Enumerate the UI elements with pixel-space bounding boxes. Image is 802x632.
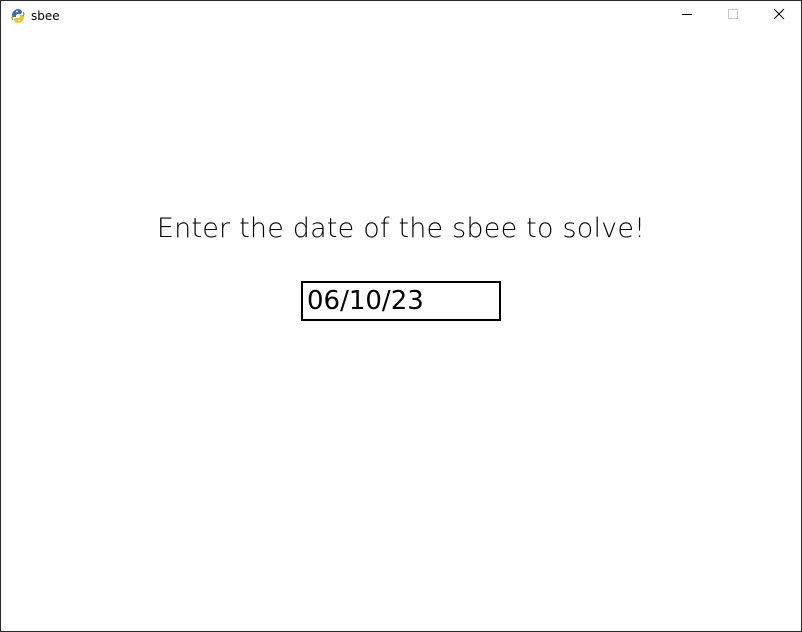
close-icon: [773, 7, 785, 25]
close-button[interactable]: [756, 1, 801, 31]
date-input-value: 06/10/23: [307, 286, 424, 316]
prompt-text: Enter the date of the sbee to solve!: [156, 213, 646, 244]
maximize-button[interactable]: [710, 1, 756, 31]
pygame-snake-icon: [10, 8, 26, 24]
title-bar[interactable]: sbee: [1, 1, 801, 31]
maximize-icon: [727, 7, 739, 25]
window-title: sbee: [31, 9, 60, 23]
app-window: sbee Enter the date of the sbee to solve…: [0, 0, 802, 632]
content-area: Enter the date of the sbee to solve! 06/…: [1, 31, 801, 631]
minimize-icon: [681, 7, 693, 25]
date-input[interactable]: 06/10/23: [301, 281, 501, 321]
minimize-button[interactable]: [664, 1, 710, 31]
